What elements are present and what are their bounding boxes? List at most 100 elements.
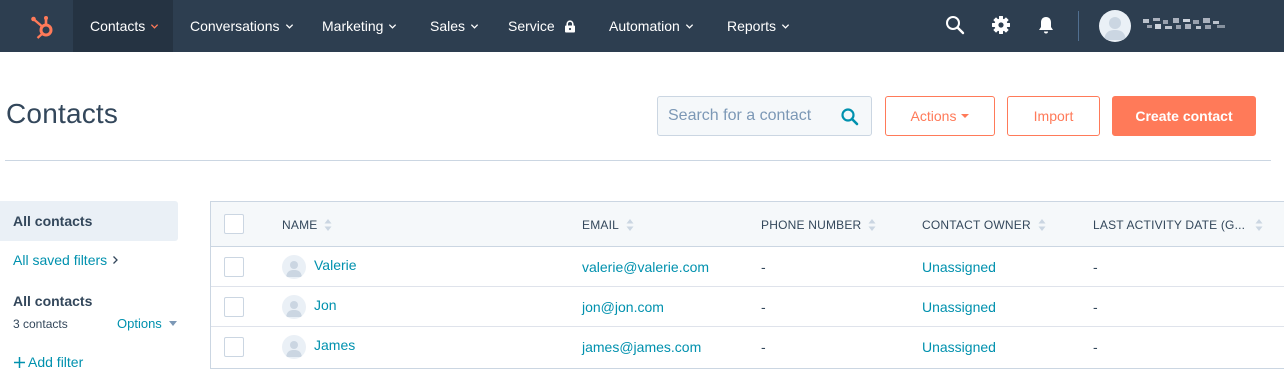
- column-header-label: CONTACT OWNER: [922, 217, 1031, 232]
- column-header-label: PHONE NUMBER: [761, 217, 862, 232]
- column-header-phone-number[interactable]: PHONE NUMBER: [761, 202, 876, 247]
- nav-item-label: Automation: [609, 18, 680, 34]
- create-contact-button[interactable]: Create contact: [1112, 96, 1256, 136]
- contacts-table: NAME EMAIL PHONE NUMBER CONTACT OWNER LA…: [210, 201, 1284, 369]
- nav-item-service[interactable]: Service: [508, 0, 576, 52]
- nav-item-sales[interactable]: Sales: [430, 0, 479, 52]
- user-name-redacted[interactable]: [1143, 13, 1231, 37]
- column-header-email[interactable]: EMAIL: [582, 202, 634, 247]
- view-name: All contacts: [13, 293, 93, 309]
- nav-item-automation[interactable]: Automation: [609, 0, 694, 52]
- contact-last-activity: -: [1093, 339, 1098, 355]
- page-title: Contacts: [6, 98, 119, 129]
- sidebar-all-contacts-label: All contacts: [13, 213, 93, 229]
- chevron-down-icon: [781, 23, 790, 29]
- sort-icon: [868, 218, 876, 231]
- contact-phone: -: [761, 259, 766, 275]
- contact-owner-link[interactable]: Unassigned: [922, 247, 996, 287]
- user-silhouette-icon: [286, 261, 302, 277]
- create-contact-button-label: Create contact: [1135, 108, 1233, 124]
- sidebar-all-contacts[interactable]: All contacts: [0, 201, 178, 241]
- contact-owner-link[interactable]: Unassigned: [922, 327, 996, 367]
- column-header-label: LAST ACTIVITY DATE (G...: [1093, 217, 1246, 232]
- import-button[interactable]: Import: [1007, 96, 1100, 136]
- contact-email-link[interactable]: valerie@valerie.com: [582, 247, 709, 287]
- lock-icon: [564, 19, 575, 32]
- sort-icon: [1255, 218, 1263, 231]
- all-saved-filters-label: All saved filters: [13, 252, 108, 268]
- gear-icon[interactable]: [990, 14, 1012, 36]
- contact-owner-link[interactable]: Unassigned: [922, 287, 996, 327]
- all-saved-filters-link[interactable]: All saved filters: [13, 252, 119, 268]
- view-options-label: Options: [117, 316, 162, 331]
- contact-phone: -: [761, 339, 766, 355]
- user-silhouette-icon: [286, 341, 302, 357]
- nav-divider: [1078, 11, 1079, 41]
- contact-email-link[interactable]: jon@jon.com: [582, 287, 664, 327]
- user-avatar[interactable]: [1099, 10, 1131, 42]
- caret-down-icon: [168, 321, 177, 326]
- contact-avatar: [282, 335, 306, 359]
- bell-icon[interactable]: [1035, 14, 1057, 36]
- contact-phone: -: [761, 299, 766, 315]
- contact-name-link[interactable]: Valerie: [314, 247, 357, 283]
- top-navigation: Contacts Conversations Marketing Sales S…: [0, 0, 1284, 52]
- contact-avatar: [282, 295, 306, 319]
- column-header-label: NAME: [282, 217, 318, 232]
- chevron-down-icon: [389, 23, 397, 29]
- contact-search-input[interactable]: [658, 97, 838, 135]
- import-button-label: Import: [1033, 108, 1074, 124]
- column-header-name[interactable]: NAME: [282, 202, 332, 247]
- nav-item-label: Marketing: [322, 18, 384, 34]
- add-filter-label: Add filter: [28, 354, 84, 370]
- sort-icon: [626, 218, 634, 231]
- contact-search-box: [657, 96, 872, 136]
- column-header-label: EMAIL: [582, 217, 620, 232]
- caret-down-icon: [961, 114, 970, 118]
- nav-item-contacts[interactable]: Contacts: [73, 0, 173, 52]
- sort-icon: [324, 218, 332, 231]
- sort-icon: [1038, 218, 1046, 231]
- chevron-down-icon: [151, 23, 159, 29]
- nav-item-label: Contacts: [90, 18, 146, 34]
- chevron-down-icon: [685, 23, 693, 29]
- nav-item-marketing[interactable]: Marketing: [322, 0, 397, 52]
- table-row: Jon jon@jon.com - Unassigned -: [211, 287, 1284, 327]
- table-header: NAME EMAIL PHONE NUMBER CONTACT OWNER LA…: [211, 202, 1284, 247]
- contact-email-link[interactable]: james@james.com: [582, 327, 701, 367]
- chevron-down-icon: [285, 23, 293, 29]
- user-silhouette-icon: [1104, 17, 1126, 40]
- header-divider: [5, 160, 1271, 161]
- nav-item-label: Service: [508, 18, 555, 34]
- nav-item-label: Conversations: [190, 18, 280, 34]
- row-checkbox[interactable]: [224, 297, 244, 317]
- nav-item-label: Sales: [430, 18, 466, 34]
- view-options-dropdown[interactable]: Options: [117, 316, 177, 331]
- row-checkbox[interactable]: [224, 337, 244, 357]
- chevron-down-icon: [470, 23, 479, 29]
- contact-name-link[interactable]: James: [314, 327, 355, 363]
- actions-button-label: Actions: [910, 108, 957, 124]
- contact-last-activity: -: [1093, 299, 1098, 315]
- contact-count: 3 contacts: [13, 317, 68, 331]
- table-row: James james@james.com - Unassigned -: [211, 327, 1284, 367]
- column-header-last-activity-date[interactable]: LAST ACTIVITY DATE (G...: [1093, 202, 1263, 247]
- plus-icon: [14, 356, 25, 368]
- select-all-checkbox[interactable]: [224, 214, 244, 234]
- contact-avatar: [282, 255, 306, 279]
- table-row: Valerie valerie@valerie.com - Unassigned…: [211, 247, 1284, 287]
- nav-item-reports[interactable]: Reports: [727, 0, 790, 52]
- hubspot-logo-icon[interactable]: [28, 11, 58, 41]
- column-header-contact-owner[interactable]: CONTACT OWNER: [922, 202, 1046, 247]
- add-filter-link[interactable]: Add filter: [13, 354, 83, 370]
- nav-item-conversations[interactable]: Conversations: [190, 0, 294, 52]
- row-checkbox[interactable]: [224, 257, 244, 277]
- chevron-right-icon: [113, 256, 119, 264]
- contact-last-activity: -: [1093, 259, 1098, 275]
- actions-button[interactable]: Actions: [885, 96, 995, 136]
- contact-name-link[interactable]: Jon: [314, 287, 337, 323]
- search-icon[interactable]: [840, 107, 860, 127]
- search-icon[interactable]: [944, 14, 966, 36]
- user-silhouette-icon: [286, 301, 302, 317]
- nav-item-label: Reports: [727, 18, 777, 34]
